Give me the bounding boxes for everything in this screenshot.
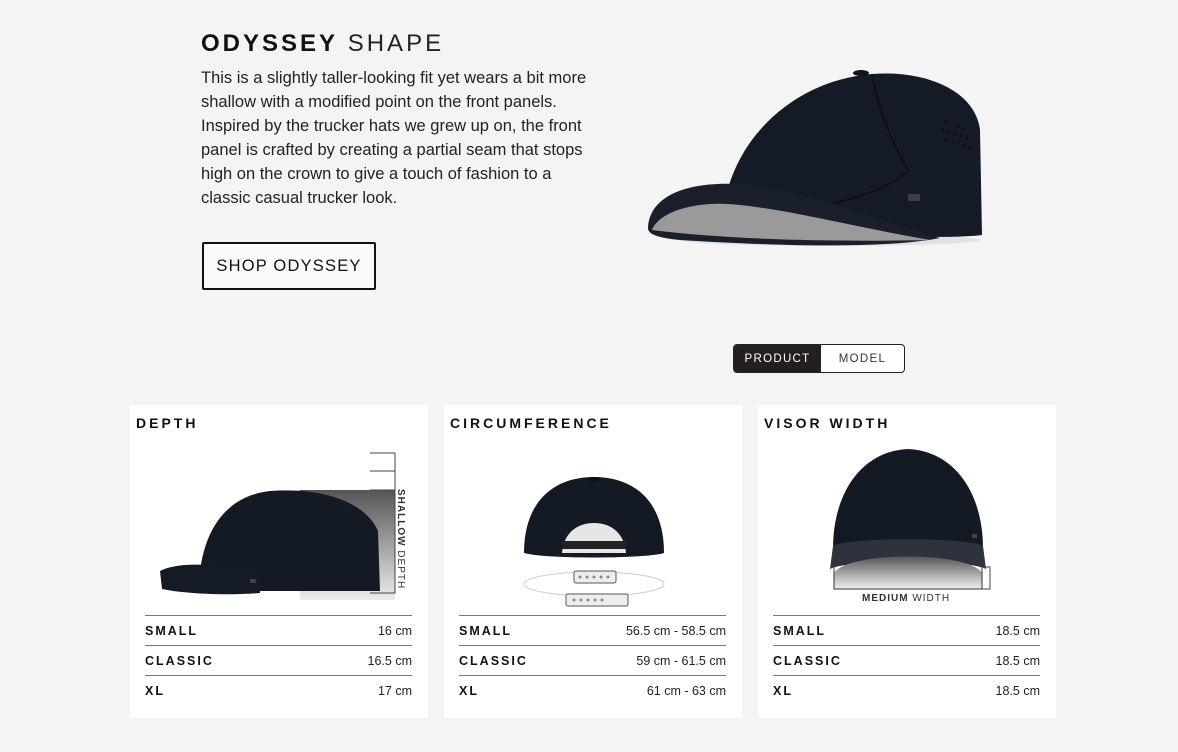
table-row: CLASSIC 18.5 cm	[773, 645, 1040, 675]
size-label: SMALL	[773, 623, 827, 638]
size-label: XL	[459, 683, 479, 698]
hero-cap-image	[648, 70, 982, 246]
size-value: 18.5 cm	[995, 653, 1040, 668]
card-title-visor-width: VISOR WIDTH	[764, 415, 891, 431]
table-row: SMALL 16 cm	[145, 615, 412, 645]
card-title-circumference: CIRCUMFERENCE	[450, 415, 612, 431]
title-light: SHAPE	[347, 30, 445, 57]
size-label: CLASSIC	[145, 653, 214, 668]
visor-caption: MEDIUM WIDTH	[862, 593, 950, 604]
size-value: 18.5 cm	[995, 623, 1040, 638]
visor-caption-bold: MEDIUM	[862, 593, 909, 604]
depth-caption-rest: DEPTH	[395, 546, 406, 590]
size-value: 61 cm - 63 cm	[646, 683, 726, 698]
table-row: SMALL 18.5 cm	[773, 615, 1040, 645]
card-title-depth: DEPTH	[136, 415, 199, 431]
depth-caption: SHALLOW DEPTH	[395, 489, 406, 589]
shop-odyssey-button[interactable]: SHOP ODYSSEY	[202, 242, 376, 290]
size-value: 17 cm	[377, 683, 412, 698]
size-label: XL	[145, 683, 165, 698]
toggle-model[interactable]: MODEL	[821, 345, 904, 372]
side-cap-image	[160, 452, 396, 600]
depth-card: DEPTH SHALLOW DEPTH SMALL 16 cm CLASSIC …	[130, 405, 428, 718]
back-cap-image	[523, 477, 665, 607]
depth-caption-bold: SHALLOW	[395, 489, 406, 547]
table-row: XL 61 cm - 63 cm	[459, 675, 726, 705]
visor-caption-rest: WIDTH	[908, 593, 951, 604]
size-label: SMALL	[459, 623, 513, 638]
visor-width-card: VISOR WIDTH MEDIUM WIDTH SMALL 18.5 cm C…	[758, 405, 1056, 718]
size-label: CLASSIC	[773, 653, 842, 668]
table-row: XL 17 cm	[145, 675, 412, 705]
page-title: ODYSSEY SHAPE	[201, 30, 444, 58]
size-label: CLASSIC	[459, 653, 528, 668]
circumference-size-table: SMALL 56.5 cm - 58.5 cm CLASSIC 59 cm - …	[459, 615, 726, 705]
view-toggle: PRODUCT MODEL	[733, 344, 905, 373]
shape-description: This is a slightly taller-looking fit ye…	[201, 69, 587, 207]
table-row: CLASSIC 59 cm - 61.5 cm	[459, 645, 726, 675]
size-value: 59 cm - 61.5 cm	[636, 653, 726, 668]
toggle-product[interactable]: PRODUCT	[734, 345, 821, 372]
circumference-card: CIRCUMFERENCE SMALL 56.5 cm - 58.5 cm CL…	[444, 405, 742, 718]
size-label: XL	[773, 683, 793, 698]
visor-size-table: SMALL 18.5 cm CLASSIC 18.5 cm XL 18.5 cm	[773, 615, 1040, 705]
front-cap-image	[830, 449, 991, 590]
size-value: 18.5 cm	[995, 683, 1040, 698]
table-row: CLASSIC 16.5 cm	[145, 645, 412, 675]
title-bold: ODYSSEY	[201, 30, 339, 57]
size-label: SMALL	[145, 623, 199, 638]
size-value: 16.5 cm	[367, 653, 412, 668]
size-value: 16 cm	[377, 623, 412, 638]
depth-size-table: SMALL 16 cm CLASSIC 16.5 cm XL 17 cm	[145, 615, 412, 705]
table-row: SMALL 56.5 cm - 58.5 cm	[459, 615, 726, 645]
size-value: 56.5 cm - 58.5 cm	[625, 623, 726, 638]
table-row: XL 18.5 cm	[773, 675, 1040, 705]
